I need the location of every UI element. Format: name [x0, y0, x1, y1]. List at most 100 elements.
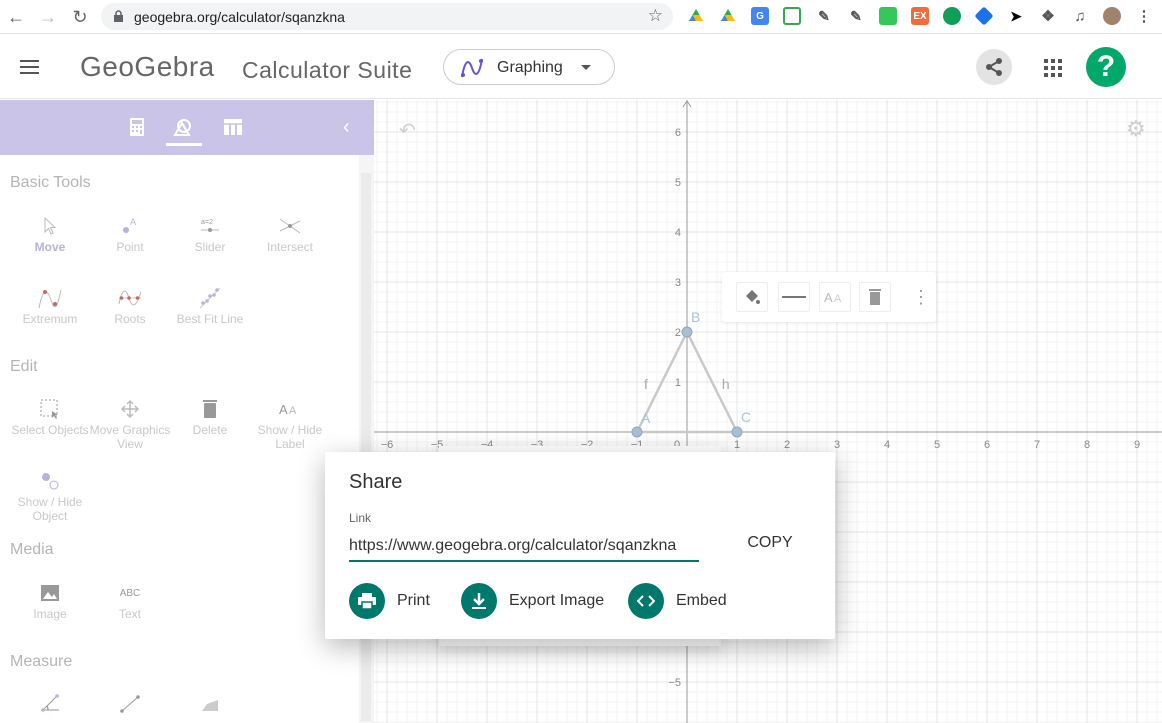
url-text: geogebra.org/calculator/sqanzkna: [134, 8, 345, 25]
eyedropper-icon[interactable]: ✎: [815, 7, 833, 25]
extension-icon[interactable]: [943, 7, 961, 25]
ex-icon[interactable]: EX: [911, 7, 929, 25]
browser-toolbar: ← → ↻ geogebra.org/calculator/sqanzkna ☆…: [0, 0, 1162, 34]
y-tick-label: 6: [675, 127, 681, 139]
angle-icon: [41, 694, 59, 712]
x-tick-label: −6: [381, 439, 394, 451]
gear-icon[interactable]: ⚙: [1126, 116, 1146, 142]
print-icon: [358, 593, 376, 610]
label-style-button[interactable]: AA: [819, 282, 851, 312]
point-B: [681, 326, 693, 338]
back-icon[interactable]: ←: [3, 4, 29, 30]
x-tick-label: 5: [934, 439, 940, 451]
fill-color-button[interactable]: [736, 282, 768, 312]
trash-icon: [869, 289, 881, 305]
x-tick-label: 7: [1034, 439, 1040, 451]
cursor-icon[interactable]: ➤: [1007, 7, 1025, 25]
media-icon[interactable]: ♫: [1071, 7, 1089, 25]
x-tick-label: 3: [834, 439, 840, 451]
translate-icon[interactable]: G: [751, 7, 769, 25]
tool-slider[interactable]: a=2 Slider: [165, 212, 255, 254]
tool-show-hide-label[interactable]: AA Show / Hide Label: [245, 395, 335, 451]
distance-icon: [120, 695, 140, 713]
section-edit: Edit: [10, 358, 38, 375]
lock-icon: [114, 10, 123, 22]
calculator-icon[interactable]: [127, 117, 147, 137]
panel-tabs: ‹: [0, 100, 374, 155]
reload-icon[interactable]: ↻: [67, 4, 93, 30]
tool-delete[interactable]: Delete: [165, 395, 255, 437]
embed-button[interactable]: Embed: [628, 583, 727, 619]
tool-show-hide-object[interactable]: Show / Hide Object: [5, 467, 95, 523]
segment-label-f: f: [644, 376, 648, 392]
tool-image[interactable]: Image: [5, 579, 95, 621]
text-icon: ABC: [119, 587, 141, 599]
puzzle-icon[interactable]: ❖: [1039, 7, 1057, 25]
svg-text:A: A: [130, 217, 136, 227]
y-tick-label: 5: [675, 177, 681, 189]
tool-move-graphics-view[interactable]: Move Graphics View: [85, 395, 175, 451]
eyedropper-icon[interactable]: ✎: [847, 7, 865, 25]
tool-move[interactable]: Move: [5, 212, 95, 254]
extension-icon[interactable]: [879, 7, 897, 25]
export-image-button[interactable]: Export Image: [461, 583, 604, 619]
undo-icon[interactable]: ↶: [399, 118, 416, 143]
share-link-input[interactable]: [349, 532, 699, 562]
link-label: Link: [349, 511, 372, 525]
geometry-tools-icon[interactable]: [173, 117, 193, 137]
more-vert-icon[interactable]: ⋮: [912, 287, 930, 308]
delete-object-button[interactable]: [859, 282, 891, 312]
line-style-button[interactable]: [778, 282, 810, 312]
menu-icon[interactable]: ⋮: [1135, 7, 1153, 25]
segment-label-h: h: [722, 376, 730, 392]
image-icon: [41, 585, 59, 601]
tool-angle[interactable]: [5, 689, 95, 717]
x-tick-label: 8: [1084, 439, 1090, 451]
x-tick-label: 2: [784, 439, 790, 451]
dialog-title: Share: [349, 471, 403, 493]
bookmark-star-icon[interactable]: ☆: [648, 6, 663, 26]
share-button[interactable]: [976, 49, 1012, 85]
copy-button[interactable]: COPY: [735, 532, 805, 554]
tool-select-objects[interactable]: Select Objects: [5, 395, 95, 437]
table-icon[interactable]: [223, 117, 243, 137]
svg-text:A: A: [279, 402, 288, 417]
drive-icon[interactable]: [719, 7, 737, 25]
point-C: [731, 426, 743, 438]
tool-roots[interactable]: Roots: [85, 284, 175, 326]
tool-text[interactable]: ABC Text: [85, 579, 175, 622]
x-tick-label: 9: [1134, 439, 1140, 451]
tool-best-fit-line[interactable]: Best Fit Line: [165, 284, 255, 326]
hamburger-menu-icon[interactable]: [20, 60, 39, 78]
address-bar[interactable]: geogebra.org/calculator/sqanzkna ☆: [101, 3, 673, 30]
tool-area[interactable]: [165, 689, 255, 717]
x-tick-label: 1: [734, 439, 740, 451]
forward-icon[interactable]: →: [35, 4, 61, 30]
print-button[interactable]: Print: [349, 583, 430, 619]
extension-icon[interactable]: [783, 7, 801, 25]
point-label-B: B: [691, 309, 700, 325]
tool-point[interactable]: A Point: [85, 212, 175, 254]
cursor-arrow-icon: [44, 217, 57, 235]
chevron-left-icon[interactable]: ‹: [343, 116, 350, 139]
tool-intersect[interactable]: Intersect: [245, 212, 335, 254]
select-objects-icon: [40, 399, 58, 419]
geogebra-logo[interactable]: GeoGebra: [80, 51, 215, 83]
help-button[interactable]: ?: [1086, 47, 1126, 87]
extension-icon[interactable]: [974, 6, 994, 26]
drive-icon[interactable]: [687, 7, 705, 25]
tool-distance[interactable]: [85, 689, 175, 717]
app-picker-dropdown[interactable]: Graphing: [443, 49, 615, 85]
x-tick-label: 6: [984, 439, 990, 451]
style-bar: AA ⋮: [722, 272, 936, 322]
tool-extremum[interactable]: Extremum: [5, 284, 95, 326]
apps-grid-icon[interactable]: [1044, 59, 1062, 77]
svg-text:a=2: a=2: [201, 219, 213, 226]
section-media: Media: [10, 541, 54, 558]
print-label: Print: [397, 592, 430, 609]
download-icon: [472, 593, 486, 609]
avatar[interactable]: [1103, 7, 1121, 25]
y-tick-label: 2: [675, 327, 681, 339]
app-picker-label: Graphing: [497, 59, 563, 76]
tools-panel: Basic Tools Move A Point a=2 Slider Inte…: [0, 155, 359, 723]
